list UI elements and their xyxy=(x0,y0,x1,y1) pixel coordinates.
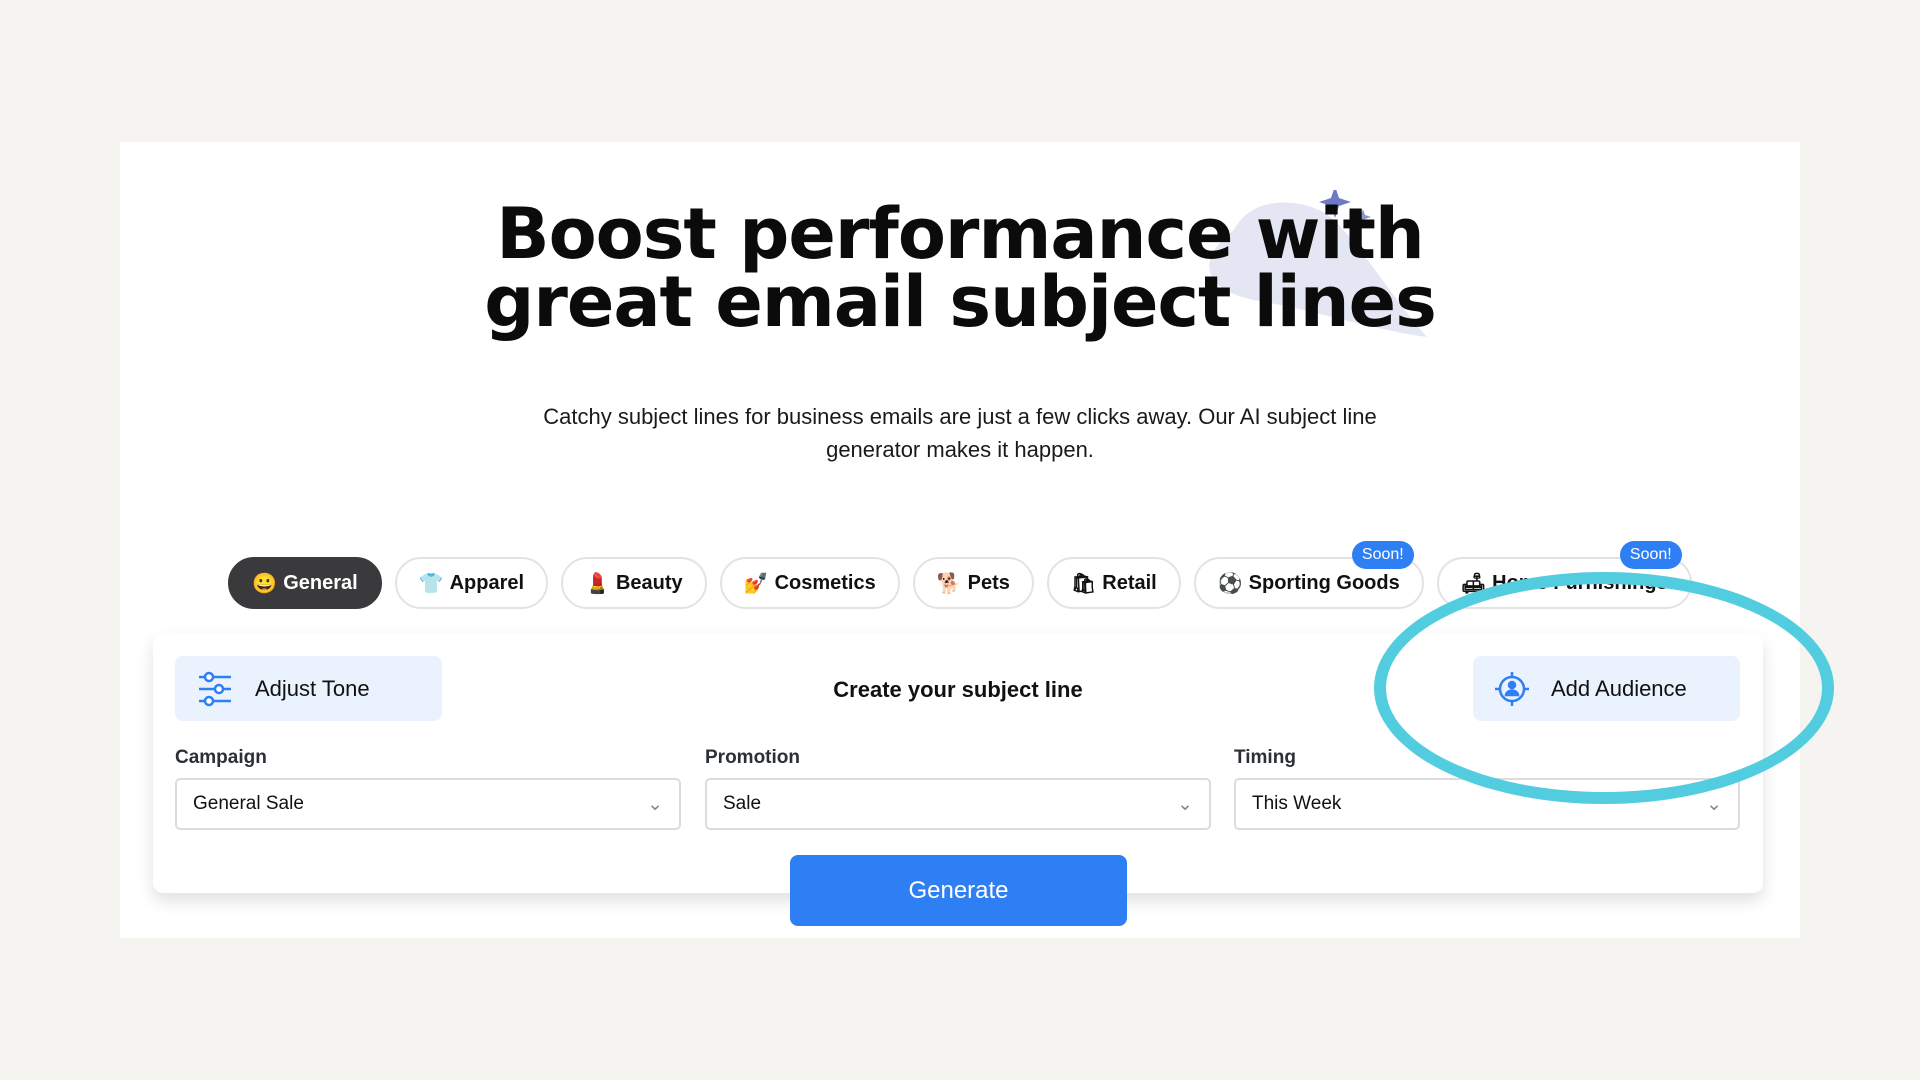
category-label: Apparel xyxy=(449,571,525,594)
category-tab-home-furnishings[interactable]: 🛋 Home Furnishings Soon! xyxy=(1436,541,1692,609)
category-emoji-icon: 🐕 xyxy=(936,572,962,595)
category-tab-retail[interactable]: 🛍 Retail xyxy=(1046,557,1181,609)
page-title: Boost performance with great email subje… xyxy=(484,193,1437,343)
page-subtitle: Catchy subject lines for business emails… xyxy=(543,404,1377,462)
generate-button[interactable]: Generate xyxy=(790,855,1127,926)
category-tab-sporting-goods[interactable]: ⚽ Sporting Goods Soon! xyxy=(1193,541,1424,609)
category-label: Retail xyxy=(1102,571,1157,594)
category-emoji-icon: 💅 xyxy=(743,572,769,595)
audience-target-icon xyxy=(1495,671,1529,706)
category-tab-apparel[interactable]: 👕 Apparel xyxy=(394,557,549,609)
chevron-down-icon: ⌄ xyxy=(1706,793,1722,815)
campaign-select[interactable]: General Sale ⌄ xyxy=(175,778,681,830)
chevron-down-icon: ⌄ xyxy=(647,793,663,815)
chevron-down-icon: ⌄ xyxy=(1177,793,1193,815)
category-label: General xyxy=(283,571,358,594)
category-label: Cosmetics xyxy=(774,571,876,594)
timing-select[interactable]: This Week ⌄ xyxy=(1234,778,1740,830)
timing-field: Timing This Week ⌄ xyxy=(1234,747,1740,830)
promotion-field: Promotion Sale ⌄ xyxy=(705,747,1211,830)
category-tab-cosmetics[interactable]: 💅 Cosmetics xyxy=(719,557,900,609)
promotion-select[interactable]: Sale ⌄ xyxy=(705,778,1211,830)
category-label: Sporting Goods xyxy=(1248,571,1400,594)
category-emoji-icon: 💄 xyxy=(585,572,610,595)
category-emoji-icon: 👕 xyxy=(418,572,444,595)
category-tab-general[interactable]: 😀 General xyxy=(228,557,382,609)
category-emoji-icon: ⚽ xyxy=(1217,572,1243,595)
category-tabs: 😀 General 👕 Apparel 💄 Beauty 💅 Cosmetics 🐕 Pets 🛍 R… xyxy=(0,541,1920,609)
category-tab-beauty[interactable]: 💄 Beauty xyxy=(561,557,707,609)
add-audience-button[interactable]: Add Audience xyxy=(1473,656,1740,721)
campaign-field: Campaign General Sale ⌄ xyxy=(175,747,681,830)
category-emoji-icon: 😀 xyxy=(252,572,278,595)
category-label: Pets xyxy=(967,571,1010,594)
category-label: Beauty xyxy=(615,571,683,594)
soon-badge: Soon! xyxy=(1619,541,1682,569)
category-emoji-icon: 🛋 xyxy=(1460,572,1487,595)
subject-line-card: Adjust Tone Create your subject line Add… xyxy=(153,633,1763,893)
category-tab-pets[interactable]: 🐕 Pets xyxy=(912,557,1034,609)
soon-badge: Soon! xyxy=(1351,541,1414,569)
category-label: Home Furnishings xyxy=(1492,571,1668,594)
category-emoji-icon: 🛍 xyxy=(1070,572,1097,595)
